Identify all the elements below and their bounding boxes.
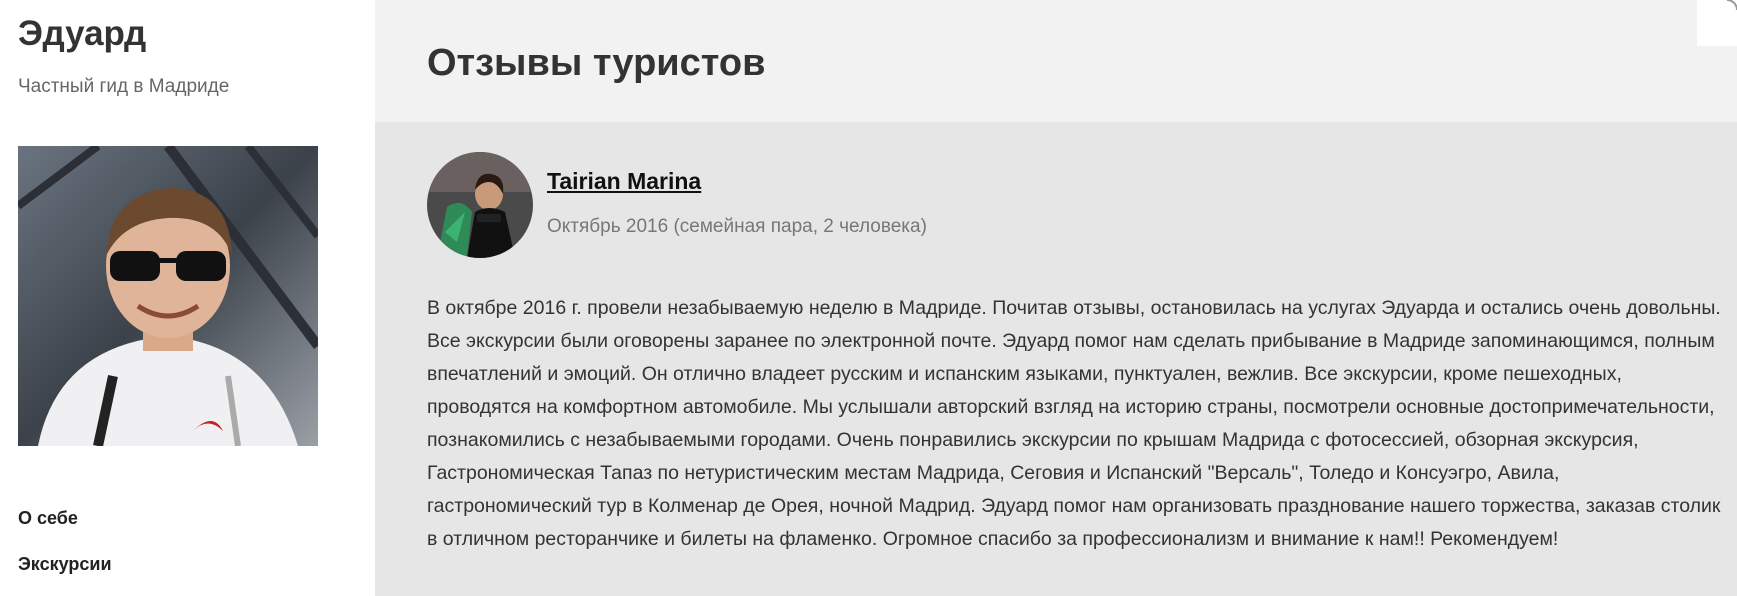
review-date: Октябрь 2016 (семейная пара, 2 человека)	[547, 216, 927, 237]
nav-excursions[interactable]: Экскурсии	[18, 554, 112, 575]
sidebar: Эдуард Частный гид в Мадриде О себе Экск…	[0, 0, 375, 596]
page-title: Отзывы туристов	[427, 42, 766, 84]
reviewer-name-link[interactable]: Tairian Marina	[547, 168, 701, 195]
refresh-icon	[1726, 0, 1737, 11]
corner-widget[interactable]	[1697, 0, 1737, 46]
review-text: В октябре 2016 г. провели незабываемую н…	[427, 297, 1721, 550]
guide-subtitle: Частный гид в Мадриде	[18, 76, 230, 97]
reviews-section: Tairian Marina Октябрь 2016 (семейная па…	[375, 122, 1737, 596]
guide-photo	[18, 146, 318, 446]
page-header: Отзывы туристов	[375, 0, 1737, 122]
guide-photo-illustration	[18, 146, 318, 446]
guide-name: Эдуард	[18, 14, 147, 53]
reviewer-avatar	[427, 152, 533, 258]
avatar-image	[427, 152, 533, 258]
nav-about[interactable]: О себе	[18, 508, 78, 529]
